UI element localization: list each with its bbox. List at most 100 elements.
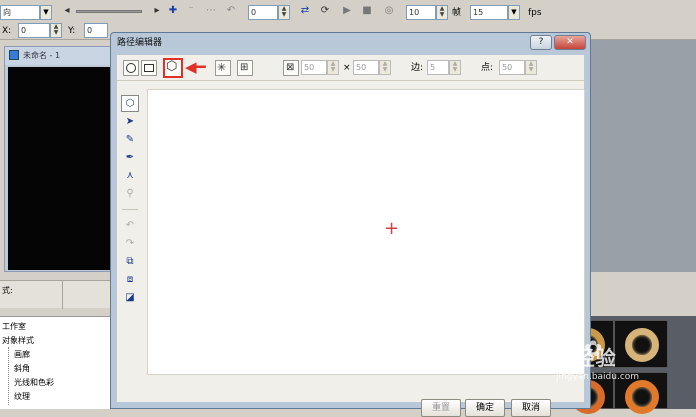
dialog-title-bar[interactable]: 路径编辑器 ? ✕ xyxy=(111,33,590,53)
last-frame-icon[interactable]: ▸ xyxy=(150,4,164,18)
frame-field[interactable]: 0 xyxy=(248,5,278,20)
star-icon: ✳ xyxy=(217,61,227,74)
width-field[interactable]: 50 xyxy=(301,60,327,75)
toolbar-separator xyxy=(122,209,138,210)
status-strip: 式: xyxy=(0,280,120,309)
tree-item-bevel[interactable]: 斜角 xyxy=(14,363,30,375)
polygon-tool-button[interactable]: ⬡ xyxy=(121,95,139,112)
tree-item-studio[interactable]: 工作室 xyxy=(2,321,26,333)
path-editor-dialog: 路径编辑器 ? ✕ ⬡ ◀━ ✳ ⊞ ⊠ 50 ▲ ▼ × 50 ▲ ▼ 边: … xyxy=(110,32,591,417)
watermark-url: jingyan.baidu.com xyxy=(556,372,640,382)
points-label: 点: xyxy=(481,63,494,73)
shape-toolbar: ⬡ ◀━ ✳ ⊞ ⊠ 50 ▲ ▼ × 50 ▲ ▼ 边: 5 ▲ ▼ 点: 50 ▲… xyxy=(117,55,584,81)
sides-field[interactable]: 5 xyxy=(427,60,449,75)
reset-button[interactable]: 重置 xyxy=(421,399,461,417)
merge-path-button[interactable]: ◪ xyxy=(121,289,139,306)
document-title: 未命名 - 1 xyxy=(23,51,61,60)
loop-icon[interactable]: ⇄ xyxy=(298,4,312,18)
tree-item-light-color[interactable]: 光线和色彩 xyxy=(14,377,54,389)
refresh-icon[interactable]: ⟳ xyxy=(318,4,332,18)
convert-point-icon: ⋏ xyxy=(126,170,134,181)
document-title-bar[interactable]: 未命名 - 1 xyxy=(5,47,115,65)
zoom-tool-button[interactable]: ⚲ xyxy=(121,185,139,202)
lock-ratio-icon: ⊠ xyxy=(286,62,295,73)
tree-line xyxy=(8,347,9,405)
stop-icon[interactable]: ■ xyxy=(360,4,374,18)
x-label: X: xyxy=(2,26,12,36)
width-spinner[interactable]: ▲ ▼ xyxy=(327,60,339,75)
node-edit-icon: ✎ xyxy=(125,134,135,145)
tween-icon[interactable]: ⋯ xyxy=(204,4,218,18)
tree-item-gallery[interactable]: 画廊 xyxy=(14,349,30,361)
fps-dropdown[interactable]: 15 xyxy=(470,5,508,20)
size-lock-button[interactable]: ⊠ xyxy=(283,60,299,76)
close-button[interactable]: ✕ xyxy=(554,35,586,50)
rectangle-icon xyxy=(144,64,154,72)
path-drawing-canvas[interactable]: + xyxy=(147,89,585,375)
y-field[interactable]: 0 xyxy=(84,23,108,38)
redo-button[interactable]: ↷ xyxy=(121,235,139,252)
paste-path-button[interactable]: ⧈ xyxy=(121,271,139,288)
tree-item-object-style[interactable]: 对象样式 xyxy=(2,335,34,347)
direction-dropdown[interactable]: 向 xyxy=(0,5,40,20)
dialog-title: 路径编辑器 xyxy=(117,38,163,48)
dialog-client-area: ⬡ ◀━ ✳ ⊞ ⊠ 50 ▲ ▼ × 50 ▲ ▼ 边: 5 ▲ ▼ 点: 50 ▲… xyxy=(117,55,585,417)
convert-tool-button[interactable]: ⋏ xyxy=(121,167,139,184)
frame-spinner[interactable]: ▲ ▼ xyxy=(278,5,290,20)
magnifier-icon: ⚲ xyxy=(126,188,134,199)
paste-path-icon: ⧈ xyxy=(126,274,134,285)
cancel-button[interactable]: 取消 xyxy=(511,399,551,417)
ok-button[interactable]: 确定 xyxy=(465,399,505,417)
status-divider xyxy=(62,281,63,309)
pen-tool-button[interactable]: ✒ xyxy=(121,149,139,166)
timeline-slider[interactable] xyxy=(76,10,142,13)
x-spinner[interactable]: ▲ ▼ xyxy=(50,23,62,38)
undo-icon: ↶ xyxy=(125,220,135,231)
rewind-icon[interactable]: ↶ xyxy=(224,4,238,18)
watermark-text: Bai经验 xyxy=(536,346,617,370)
points-spinner[interactable]: ▲ ▼ xyxy=(525,60,537,75)
edit-tools-toolbar: ⬡ ➤ ✎ ✒ ⋏ ⚲ ↶ ↷ ⧉ ⧈ ◪ xyxy=(121,87,141,407)
rectangle-shape-button[interactable] xyxy=(141,60,157,76)
baidu-watermark: ✿ Bai经验 jingyan.baidu.com xyxy=(536,336,686,386)
height-field[interactable]: 50 xyxy=(353,60,379,75)
height-spinner[interactable]: ▲ ▼ xyxy=(379,60,391,75)
y-label: Y: xyxy=(68,26,76,36)
axis-label: 帧 xyxy=(452,8,462,18)
preview-icon[interactable]: ◎ xyxy=(382,4,396,18)
polygon-shape-button[interactable]: ⬡ xyxy=(163,58,183,78)
fps-label: fps xyxy=(528,8,542,18)
fps-dropdown-arrow[interactable]: ▼ xyxy=(508,5,520,20)
tree-item-texture[interactable]: 纹理 xyxy=(14,391,30,403)
star-shape-button[interactable]: ✳ xyxy=(215,60,231,76)
points-field[interactable]: 50 xyxy=(499,60,525,75)
undo-button[interactable]: ↶ xyxy=(121,217,139,234)
sides-spinner[interactable]: ▲ ▼ xyxy=(449,60,461,75)
sides-label: 边: xyxy=(411,63,424,73)
crosshair-cursor-icon: + xyxy=(384,218,400,239)
add-frame-icon[interactable]: ✚ xyxy=(166,4,180,18)
ellipse-shape-button[interactable] xyxy=(123,60,139,76)
copy-path-button[interactable]: ⧉ xyxy=(121,253,139,270)
remove-frame-icon[interactable]: ⁻ xyxy=(184,4,198,18)
document-icon xyxy=(9,50,19,60)
play-icon[interactable]: ▶ xyxy=(340,4,354,18)
studio-tree-panel: 工作室 对象样式 画廊 斜角 光线和色彩 纹理 xyxy=(0,316,122,409)
direction-dropdown-arrow[interactable]: ▼ xyxy=(40,5,52,20)
status-label: 式: xyxy=(2,286,13,295)
merge-path-icon: ◪ xyxy=(125,292,135,303)
grid-shape-button[interactable]: ⊞ xyxy=(237,60,253,76)
count-spinner[interactable]: ▲ ▼ xyxy=(436,5,448,20)
help-button[interactable]: ? xyxy=(530,35,552,50)
select-tool-button[interactable]: ➤ xyxy=(121,113,139,130)
times-sign: × xyxy=(343,63,351,73)
document-canvas[interactable] xyxy=(8,67,112,270)
count-field[interactable]: 10 xyxy=(406,5,436,20)
node-tool-button[interactable]: ✎ xyxy=(121,131,139,148)
document-window[interactable]: 未命名 - 1 xyxy=(4,46,116,272)
arrow-pointer-icon: ◀━ xyxy=(185,58,206,76)
redo-icon: ↷ xyxy=(125,238,135,249)
pen-icon: ✒ xyxy=(125,152,135,163)
x-field[interactable]: 0 xyxy=(18,23,50,38)
first-frame-icon[interactable]: ◂ xyxy=(60,4,74,18)
